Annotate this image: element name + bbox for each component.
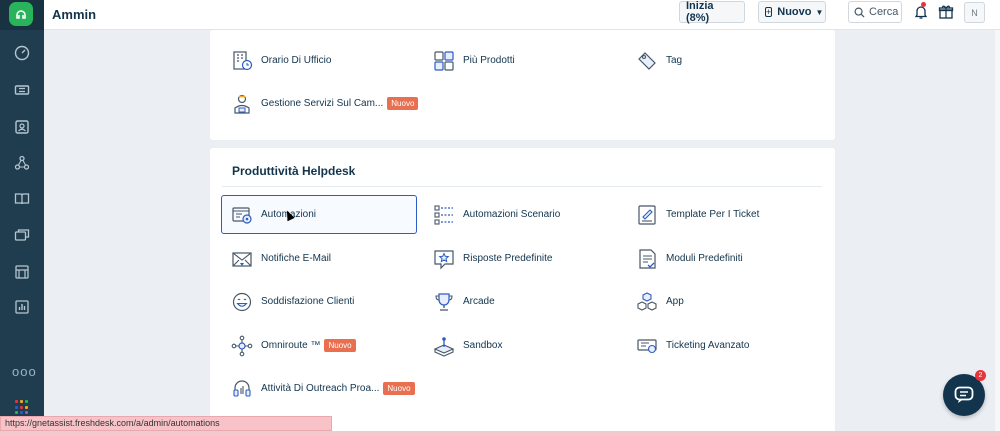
section-divider [222, 186, 822, 187]
chat-badge: 2 [975, 370, 986, 381]
tile-label: Tag [666, 55, 683, 66]
tile-automations[interactable]: Automazioni [221, 195, 417, 234]
status-bar-url: https://gnetassist.freshdesk.com/a/admin… [0, 416, 332, 431]
tile-label: Arcade [463, 296, 495, 307]
helpdesk-productivity-card: Produttività Helpdesk Automazioni Automa… [210, 148, 835, 436]
sandbox-icon [433, 335, 455, 357]
top-header: Ammin Inizia (8%) + Nuovo ▼ Cerca N [44, 0, 1000, 30]
section-title: Produttività Helpdesk [232, 164, 356, 178]
scenario-automations-icon [433, 204, 455, 226]
admin-section-card: Orario Di Ufficio Più Prodotti Tag Gesti… [210, 30, 835, 140]
search-button[interactable]: Cerca [848, 1, 902, 23]
tile-ticket-template[interactable]: Template Per I Ticket [626, 195, 822, 234]
tile-email-notifications[interactable]: Notifiche E-Mail [221, 239, 417, 278]
app-switcher-icon[interactable] [15, 400, 30, 415]
tile-tag[interactable]: Tag [626, 41, 822, 80]
email-notifications-icon [231, 248, 253, 270]
bottom-strip [0, 431, 1000, 436]
tile-office-hours[interactable]: Orario Di Ufficio [221, 41, 417, 80]
tile-label: Ticketing Avanzato [666, 340, 750, 351]
tile-field-service[interactable]: Gestione Servizi Sul Cam... Nuovo [221, 84, 419, 123]
tile-arcade[interactable]: Arcade [423, 282, 619, 321]
tile-customer-satisfaction[interactable]: Soddisfazione Clienti [221, 282, 417, 321]
plus-icon: + [765, 7, 773, 17]
right-edge [995, 30, 1000, 436]
notifications-icon[interactable] [912, 2, 930, 21]
knowledge-base-icon[interactable] [13, 190, 31, 208]
tile-multiple-products[interactable]: Più Prodotti [423, 41, 619, 80]
multiple-products-icon [433, 50, 455, 72]
left-sidebar: ooo [0, 0, 44, 436]
gift-icon[interactable] [937, 3, 955, 21]
tile-omniroute[interactable]: Omniroute ™ Nuovo [221, 326, 417, 365]
ticket-template-icon [636, 204, 658, 226]
new-badge: Nuovo [383, 382, 415, 395]
marketplace-icon[interactable] [13, 263, 31, 281]
tile-label: Risposte Predefinite [463, 253, 553, 264]
tile-label: Gestione Servizi Sul Cam... [261, 98, 384, 109]
avatar[interactable]: N [964, 2, 985, 23]
chat-icon [954, 386, 974, 403]
tile-label: Omniroute ™ [261, 340, 321, 351]
dashboard-icon[interactable] [13, 44, 31, 62]
forums-icon[interactable] [13, 227, 31, 245]
tile-label: Moduli Predefiniti [666, 253, 743, 264]
tile-label: Soddisfazione Clienti [261, 296, 355, 307]
tile-label: Automazioni Scenario [463, 209, 561, 220]
tile-label: Attività Di Outreach Proa... [261, 383, 380, 394]
canned-forms-icon [636, 248, 658, 270]
groups-icon[interactable] [13, 154, 31, 172]
tile-apps[interactable]: App [626, 282, 822, 321]
omniroute-icon [231, 335, 253, 357]
arcade-icon [433, 291, 455, 313]
tile-sandbox[interactable]: Sandbox [423, 326, 619, 365]
automations-icon [231, 204, 253, 226]
contacts-icon[interactable] [13, 118, 31, 136]
tile-canned-responses[interactable]: Risposte Predefinite [423, 239, 619, 278]
field-service-icon [231, 93, 253, 115]
getting-started-button[interactable]: Inizia (8%) [679, 0, 745, 24]
search-label: Cerca [869, 6, 899, 18]
more-apps-icon[interactable]: ooo [12, 364, 37, 379]
search-icon [854, 7, 865, 18]
tile-label: Orario Di Ufficio [261, 55, 332, 66]
proactive-outreach-icon [231, 378, 253, 400]
tile-canned-forms[interactable]: Moduli Predefiniti [626, 239, 822, 278]
tile-label: Sandbox [463, 340, 503, 351]
tile-label: App [666, 296, 684, 307]
tag-icon [636, 50, 658, 72]
tile-scenario-automations[interactable]: Automazioni Scenario [423, 195, 619, 234]
new-button-label: Nuovo [777, 6, 812, 18]
apps-icon [636, 291, 658, 313]
page-title: Ammin [52, 7, 97, 22]
notification-dot [921, 2, 926, 7]
tile-label: Template Per I Ticket [666, 209, 760, 220]
tile-label: Più Prodotti [463, 55, 515, 66]
advanced-ticketing-icon [636, 335, 658, 357]
tickets-icon[interactable] [13, 81, 31, 99]
office-hours-icon [231, 50, 253, 72]
reports-icon[interactable] [13, 298, 31, 316]
new-button[interactable]: + Nuovo ▼ [758, 1, 826, 23]
tile-label: Notifiche E-Mail [261, 253, 332, 264]
new-badge: Nuovo [387, 97, 419, 110]
tile-proactive-outreach[interactable]: Attività Di Outreach Proa... Nuovo [221, 369, 417, 408]
customer-satisfaction-icon [231, 291, 253, 313]
tile-advanced-ticketing[interactable]: Ticketing Avanzato [626, 326, 822, 365]
freshdesk-logo-icon[interactable] [9, 2, 33, 26]
canned-responses-icon [433, 248, 455, 270]
chevron-down-icon: ▼ [815, 7, 824, 17]
new-badge: Nuovo [324, 339, 356, 352]
